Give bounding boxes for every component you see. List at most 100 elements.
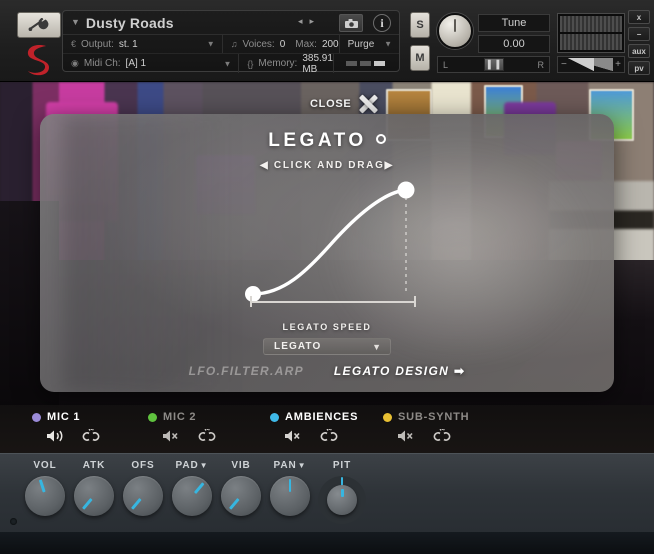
voices-info: ♫ Voices: 0 Max: 200 xyxy=(223,35,340,53)
speaker-mute-icon[interactable] xyxy=(162,429,182,443)
aux-button[interactable]: aux xyxy=(628,44,650,58)
close-label: CLOSE xyxy=(310,98,352,110)
knob-ofs-dial[interactable] xyxy=(123,476,163,516)
mic-1-icons xyxy=(46,429,102,443)
volume-plus[interactable]: + xyxy=(615,59,621,70)
knob-vol[interactable]: VOL xyxy=(25,460,65,516)
knob-pan-dial[interactable] xyxy=(270,476,310,516)
chevron-down-icon[interactable]: ▼ xyxy=(372,342,381,352)
kontakt-header: ▼ Dusty Roads ◂▸ i € Output: st. 1 ▼ ♫ V… xyxy=(0,0,654,82)
legato-curve-editor[interactable] xyxy=(236,172,426,312)
sub-synth-header: SUB-SYNTH xyxy=(383,411,469,423)
pan-handle[interactable]: ▌▐ xyxy=(483,58,504,71)
knob-ofs-label: OFS xyxy=(131,460,155,471)
instrument-name: Dusty Roads xyxy=(85,14,174,31)
camera-icon[interactable] xyxy=(339,14,363,32)
knob-pad-label: PAD▼ xyxy=(172,460,212,471)
hint-left-arrow-icon: ◀ xyxy=(260,160,270,171)
speaker-mute-icon[interactable] xyxy=(397,429,417,443)
knob-vol-dial[interactable] xyxy=(25,476,65,516)
knob-indicator xyxy=(38,479,45,493)
side-button-column: x − aux pv xyxy=(628,10,650,75)
minimize-instrument-button[interactable]: − xyxy=(628,27,650,41)
link-icon[interactable] xyxy=(431,429,453,443)
mic-channel-mic-1[interactable]: MIC 1 xyxy=(32,411,102,443)
voices-icon: ♫ xyxy=(230,39,238,49)
solo-button[interactable]: S xyxy=(410,12,430,38)
knob-atk-dial[interactable] xyxy=(74,476,114,516)
knob-vib[interactable]: VIB xyxy=(221,460,261,516)
purge-menu[interactable]: Purge ▼ xyxy=(340,35,399,53)
modal-title-row: LEGATO xyxy=(40,130,614,152)
mic-2-icons xyxy=(162,429,218,443)
mic-1-label: MIC 1 xyxy=(47,411,81,423)
knob-pad[interactable]: PAD▼ xyxy=(172,460,212,516)
curve-range-ruler xyxy=(250,296,416,307)
knob-pit[interactable]: PIT xyxy=(318,460,366,524)
mic-channel-mic-2[interactable]: MIC 2 xyxy=(148,411,218,443)
midi-channel-selector[interactable]: ◉ Midi Ch: [A] 1 ▼ xyxy=(63,54,240,73)
instrument-nav-arrows[interactable]: ◂▸ xyxy=(298,16,321,27)
speaker-on-icon[interactable] xyxy=(46,429,66,443)
info-icon[interactable]: i xyxy=(373,14,391,32)
output-selector[interactable]: € Output: st. 1 ▼ xyxy=(63,35,223,53)
knob-pad-text: PAD xyxy=(175,460,199,471)
knob-pad-dial[interactable] xyxy=(172,476,212,516)
wrench-icon[interactable] xyxy=(17,12,61,38)
link-icon[interactable] xyxy=(80,429,102,443)
power-toggle-icon[interactable] xyxy=(375,134,386,144)
chevron-down-icon[interactable]: ▼ xyxy=(200,461,209,470)
pv-button[interactable]: pv xyxy=(628,61,650,75)
mute-button[interactable]: M xyxy=(410,45,430,71)
volume-slider[interactable]: − + xyxy=(557,56,625,73)
midi-value: [A] 1 xyxy=(125,58,147,69)
knob-atk[interactable]: ATK xyxy=(74,460,114,516)
chevron-down-icon[interactable]: ▼ xyxy=(71,18,80,27)
kontakt-instrument-window: ▼ Dusty Roads ◂▸ i € Output: st. 1 ▼ ♫ V… xyxy=(0,0,654,554)
knob-indicator xyxy=(82,498,93,510)
legato-speed-label: LEGATO SPEED xyxy=(282,322,372,332)
max-label: Max: xyxy=(295,38,317,50)
close-instrument-button[interactable]: x xyxy=(628,10,650,24)
voices-value: 0 xyxy=(279,38,286,50)
link-icon[interactable] xyxy=(318,429,340,443)
knob-pit-label: PIT xyxy=(332,460,352,471)
purge-meter xyxy=(334,54,399,73)
knob-atk-label: ATK xyxy=(82,460,106,471)
tab-legato-design[interactable]: LEGATO DESIGN ➡ xyxy=(334,364,466,378)
memory-value: 385.91 MB xyxy=(302,52,333,75)
knob-vol-label: VOL xyxy=(33,460,57,471)
mic-channel-ambiences[interactable]: AMBIENCES xyxy=(270,411,358,443)
legato-speed-dropdown[interactable]: LEGATO ▼ xyxy=(263,338,391,355)
ambiences-header: AMBIENCES xyxy=(270,411,358,423)
voices-label: Voices: xyxy=(242,38,275,50)
ruler-cap-right xyxy=(414,296,416,307)
knob-indicator xyxy=(193,482,204,494)
mic-2-label: MIC 2 xyxy=(163,411,197,423)
modal-shade xyxy=(62,114,236,392)
volume-fill xyxy=(568,58,594,71)
tune-value[interactable]: 0.00 xyxy=(478,35,550,53)
chevron-down-icon[interactable]: ▼ xyxy=(384,40,392,49)
tab-legato-design-label: LEGATO DESIGN xyxy=(333,364,450,378)
knob-indicator xyxy=(229,498,240,510)
link-icon[interactable] xyxy=(196,429,218,443)
mic-channel-sub-synth[interactable]: SUB-SYNTH xyxy=(383,411,469,443)
knob-indicator xyxy=(288,479,292,492)
knob-pit-inner[interactable] xyxy=(327,485,357,515)
chevron-down-icon[interactable]: ▼ xyxy=(298,461,307,470)
knob-vib-dial[interactable] xyxy=(221,476,261,516)
bottom-control-panel: VOL ATK OFS PAD▼ VIB PAN▼ PIT xyxy=(0,453,654,554)
mic-color-dot xyxy=(383,412,392,422)
volume-minus[interactable]: − xyxy=(561,59,567,70)
knob-pit-dial[interactable] xyxy=(318,476,366,524)
chevron-down-icon[interactable]: ▼ xyxy=(223,59,231,68)
knob-ofs[interactable]: OFS xyxy=(123,460,163,516)
speaker-mute-icon[interactable] xyxy=(284,429,304,443)
pan-slider[interactable]: L R ▌▐ xyxy=(437,56,550,73)
mic-color-dot xyxy=(32,412,41,422)
chevron-down-icon[interactable]: ▼ xyxy=(207,40,215,49)
tune-knob[interactable] xyxy=(437,13,473,49)
knob-pan[interactable]: PAN▼ xyxy=(270,460,310,516)
tab-lfo-filter-arp[interactable]: LFO.FILTER.ARP xyxy=(189,364,304,378)
